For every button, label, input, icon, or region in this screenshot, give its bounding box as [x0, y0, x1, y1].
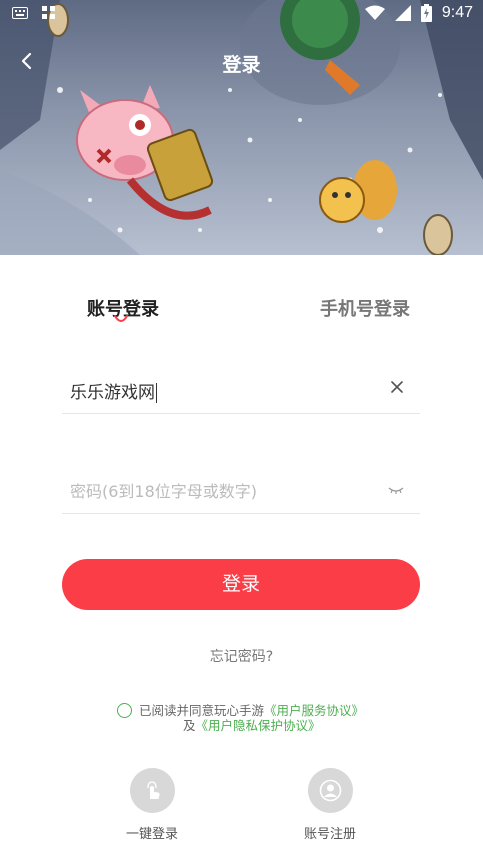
eye-closed-icon: [388, 487, 404, 494]
close-icon: [391, 381, 403, 393]
forgot-password-link[interactable]: 忘记密码?: [0, 646, 483, 666]
wifi-icon: [364, 5, 385, 20]
account-register-button[interactable]: 账号注册: [285, 768, 375, 842]
password-field[interactable]: 密码(6到18位字母或数字): [62, 462, 420, 514]
username-field[interactable]: 乐乐游戏网: [62, 362, 420, 414]
agreement-conjunction: 及: [183, 718, 196, 733]
tab-active-indicator: [114, 315, 128, 322]
clear-username-button[interactable]: [388, 378, 406, 396]
app-grid-icon: [42, 6, 55, 19]
account-register-label: 账号注册: [303, 827, 356, 842]
page-title: 登录: [222, 54, 261, 76]
touch-hand-icon: [146, 781, 160, 799]
user-register-icon: [319, 779, 341, 802]
password-placeholder: 密码(6到18位字母或数字): [70, 482, 258, 501]
status-bar: 9:47: [0, 0, 483, 28]
privacy-agreement-link[interactable]: 《用户隐私保护协议》: [196, 718, 321, 733]
signal-icon: [394, 5, 411, 21]
one-click-login-label: 一键登录: [125, 827, 178, 842]
username-input[interactable]: 乐乐游戏网: [70, 378, 157, 403]
battery-charging-icon: [420, 4, 432, 22]
one-click-login-button[interactable]: 一键登录: [107, 768, 197, 842]
account-register-icon-circle: [307, 768, 353, 813]
text-caret: [156, 383, 157, 403]
header-banner: 9:47 登录: [0, 0, 483, 255]
tab-phone-login[interactable]: 手机号登录: [320, 295, 410, 321]
login-button[interactable]: 登录: [62, 559, 420, 610]
one-click-login-icon-circle: [129, 768, 175, 813]
keyboard-icon: [12, 6, 28, 19]
banner-illustration: [0, 0, 483, 255]
agreement-text-line2: 及《用户隐私保护协议》: [183, 715, 321, 734]
agreement-checkbox[interactable]: [117, 703, 132, 718]
toggle-password-visibility-button[interactable]: [388, 482, 404, 494]
username-value: 乐乐游戏网: [70, 383, 155, 403]
status-time: 9:47: [441, 4, 473, 21]
